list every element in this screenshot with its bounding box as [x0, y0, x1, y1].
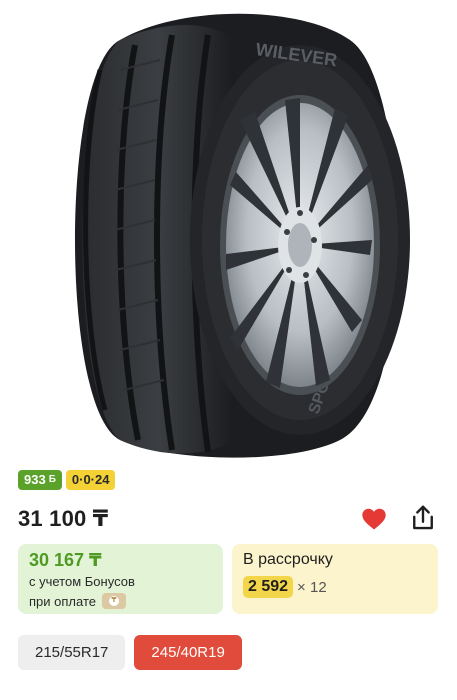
installment-card[interactable]: В рассрочку 2 592 × 12: [232, 544, 438, 614]
bonus-note-2-row: при оплате ₸: [29, 593, 126, 609]
bonus-icon: Б: [48, 474, 56, 485]
tire-image: WILEVER SPORT PRO: [75, 13, 410, 458]
badge-row: 933 Б 0·0·24: [18, 470, 116, 490]
bonus-price-card[interactable]: 30 167 ₸ с учетом Бонусов при оплате ₸: [18, 544, 223, 614]
share-button[interactable]: [408, 503, 438, 533]
bonus-note-1: с учетом Бонусов: [29, 574, 135, 589]
product-image[interactable]: WILEVER SPORT PRO: [0, 0, 457, 460]
price-row: 31 100 ₸: [18, 503, 438, 535]
payment-method-icon: ₸: [101, 593, 126, 609]
bonus-value: 933: [24, 472, 46, 487]
favorite-button[interactable]: [360, 505, 388, 533]
size-chip-215-55r17[interactable]: 215/55R17: [18, 635, 126, 670]
bonus-price: 30 167 ₸: [29, 550, 102, 570]
size-chip-245-40r19[interactable]: 245/40R19: [134, 635, 242, 670]
share-icon: [413, 505, 433, 530]
installment-months: × 12: [297, 578, 327, 596]
installment-value: 0·0·24: [71, 472, 110, 487]
tenge-coin-icon: ₸: [108, 596, 119, 606]
heart-icon: [362, 508, 386, 530]
bonus-note-2: при оплате: [29, 593, 96, 609]
installment-badge[interactable]: 0·0·24: [65, 470, 116, 490]
installment-title: В рассрочку: [243, 551, 333, 568]
bonus-badge[interactable]: 933 Б: [18, 470, 62, 490]
installment-row: 2 592 × 12: [243, 576, 327, 598]
size-selector: 215/55R17 245/40R19: [18, 635, 242, 670]
installment-amount: 2 592: [243, 576, 294, 598]
